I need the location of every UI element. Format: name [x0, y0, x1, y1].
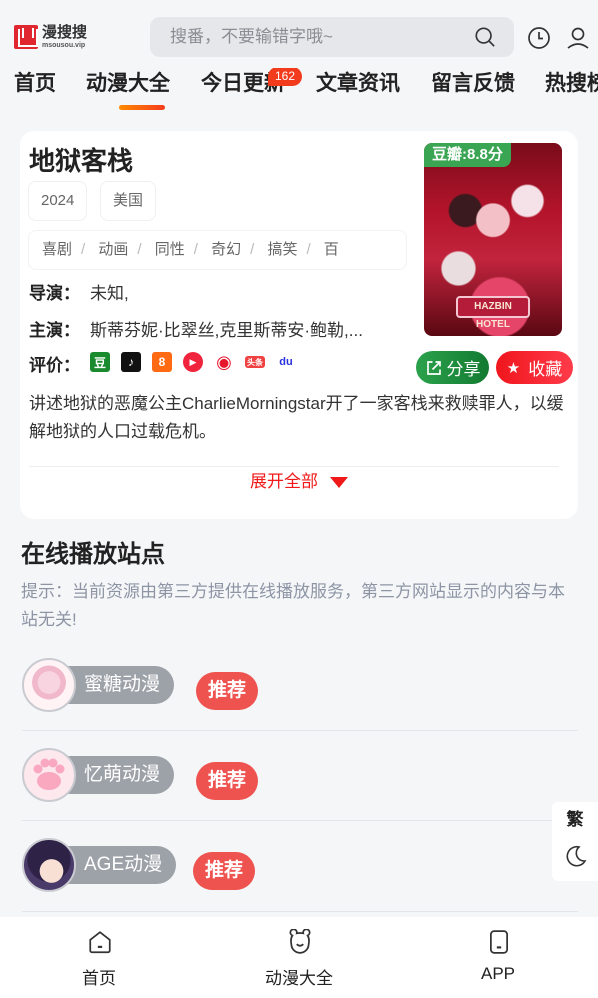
phone-icon — [490, 930, 508, 954]
site-avatar — [22, 658, 76, 712]
nav-item-hot-search[interactable]: 热搜榜 — [545, 68, 598, 100]
director-row: 导演： 未知, — [29, 284, 129, 303]
recommend-badge: 推荐 — [196, 762, 259, 800]
poster-title-text: HAZBIN HOTEL — [456, 296, 530, 330]
search-bar — [150, 17, 514, 57]
history-icon[interactable] — [527, 26, 551, 50]
anime-title: 地狱客栈 — [29, 146, 134, 176]
genre-tag[interactable]: 喜剧 — [42, 241, 72, 258]
toutiao-icon[interactable]: 头条 — [245, 356, 265, 368]
divider — [22, 730, 578, 731]
search-input[interactable] — [170, 17, 450, 57]
genre-tag[interactable]: 同性 — [155, 241, 185, 258]
genre-tag[interactable]: 动画 — [98, 241, 128, 258]
divider — [22, 820, 578, 821]
divider — [22, 911, 578, 912]
dark-mode-moon-icon[interactable] — [564, 844, 588, 868]
cast-value: 斯蒂芬妮·比翠丝,克里斯蒂安·鲍勒,... — [90, 321, 363, 340]
logo-mark-icon — [14, 25, 38, 49]
genre-tag[interactable]: 搞笑 — [267, 241, 297, 258]
bottom-tab-bar: 首页 动漫大全 APP — [0, 917, 598, 998]
share-button[interactable]: 分享 — [416, 351, 489, 384]
nav-item-articles[interactable]: 文章资讯 — [316, 68, 400, 100]
traditional-chinese-toggle[interactable]: 繁 — [552, 805, 598, 830]
genre-list: 喜剧 / 动画 / 同性 / 奇幻 / 搞笑 / 百 — [28, 230, 407, 270]
baidu-icon[interactable]: du — [276, 352, 296, 372]
recommend-badge: 推荐 — [193, 852, 256, 890]
site-name: AGE动漫 — [84, 854, 163, 875]
nav-item-home[interactable]: 首页 — [14, 68, 56, 100]
anime-description: 讲述地狱的恶魔公主CharlieMorningstar开了一家客栈来救赎罪人，以… — [29, 394, 564, 441]
video-play-icon[interactable]: ▶ — [183, 352, 203, 372]
expand-all-button[interactable]: 展开全部 — [20, 469, 578, 495]
cast-row: 主演： 斯蒂芬妮·比翠丝,克里斯蒂安·鲍勒,... — [29, 321, 363, 340]
site-avatar — [22, 838, 76, 892]
logo-domain: msousou.vip — [42, 42, 86, 49]
divider — [29, 466, 559, 467]
year-tag[interactable]: 2024 — [28, 181, 88, 221]
site-name: 蜜糖动漫 — [84, 674, 161, 695]
nav-item-anime-all[interactable]: 动漫大全 — [86, 68, 170, 110]
nav-item-feedback[interactable]: 留言反馈 — [431, 68, 515, 100]
anime-poster[interactable]: HAZBIN HOTEL — [424, 143, 562, 336]
douyin-icon[interactable]: ♪ — [121, 352, 141, 372]
douban-score-badge: 豆瓣:8.8分 — [424, 143, 511, 167]
user-icon[interactable] — [566, 26, 590, 50]
douban-icon[interactable]: 豆 — [90, 352, 110, 372]
header: 漫搜搜 msousou.vip — [0, 0, 598, 70]
share-icon — [426, 360, 441, 375]
kuaishou-icon[interactable]: 8 — [152, 352, 172, 372]
rating-row: 评价： — [29, 356, 80, 375]
region-tag[interactable]: 美国 — [100, 181, 157, 221]
bear-icon — [289, 929, 311, 954]
section-tip: 提示：当前资源由第三方提供在线播放服务，第三方网站显示的内容与本站无关! — [21, 582, 565, 629]
recommend-badge: 推荐 — [196, 672, 259, 710]
anime-detail-card: 地狱客栈 2024 美国 喜剧 / 动画 / 同性 / 奇幻 / 搞笑 / 百 导演： 未知… — [20, 131, 578, 519]
top-nav: 首页 动漫大全 今日更新 文章资讯 留言反馈 热搜榜 162 — [0, 68, 598, 112]
triangle-down-icon — [330, 477, 348, 489]
site-logo[interactable]: 漫搜搜 msousou.vip — [14, 25, 87, 49]
site-name: 忆萌动漫 — [84, 764, 161, 785]
star-icon: ★ — [506, 359, 521, 377]
logo-title: 漫搜搜 — [42, 24, 88, 41]
tab-app[interactable]: APP — [438, 917, 558, 998]
favorite-button[interactable]: ★ 收藏 — [496, 351, 573, 384]
search-icon[interactable] — [474, 26, 496, 48]
float-tools: 繁 — [552, 802, 598, 881]
genre-tag[interactable]: 奇幻 — [211, 241, 241, 258]
paw-icon — [33, 758, 65, 790]
home-icon — [89, 931, 111, 954]
rating-sources: 豆 ♪ 8 ▶ ◉ 头条 du — [90, 352, 307, 372]
weibo-icon[interactable]: ◉ — [214, 352, 234, 372]
tab-home[interactable]: 首页 — [39, 917, 159, 998]
genre-tag[interactable]: 百 — [324, 241, 339, 258]
site-avatar — [22, 748, 76, 802]
director-value: 未知, — [90, 284, 129, 303]
section-title: 在线播放站点 — [21, 541, 165, 568]
tab-anime-all[interactable]: 动漫大全 — [239, 917, 359, 998]
update-count-badge: 162 — [268, 68, 303, 86]
